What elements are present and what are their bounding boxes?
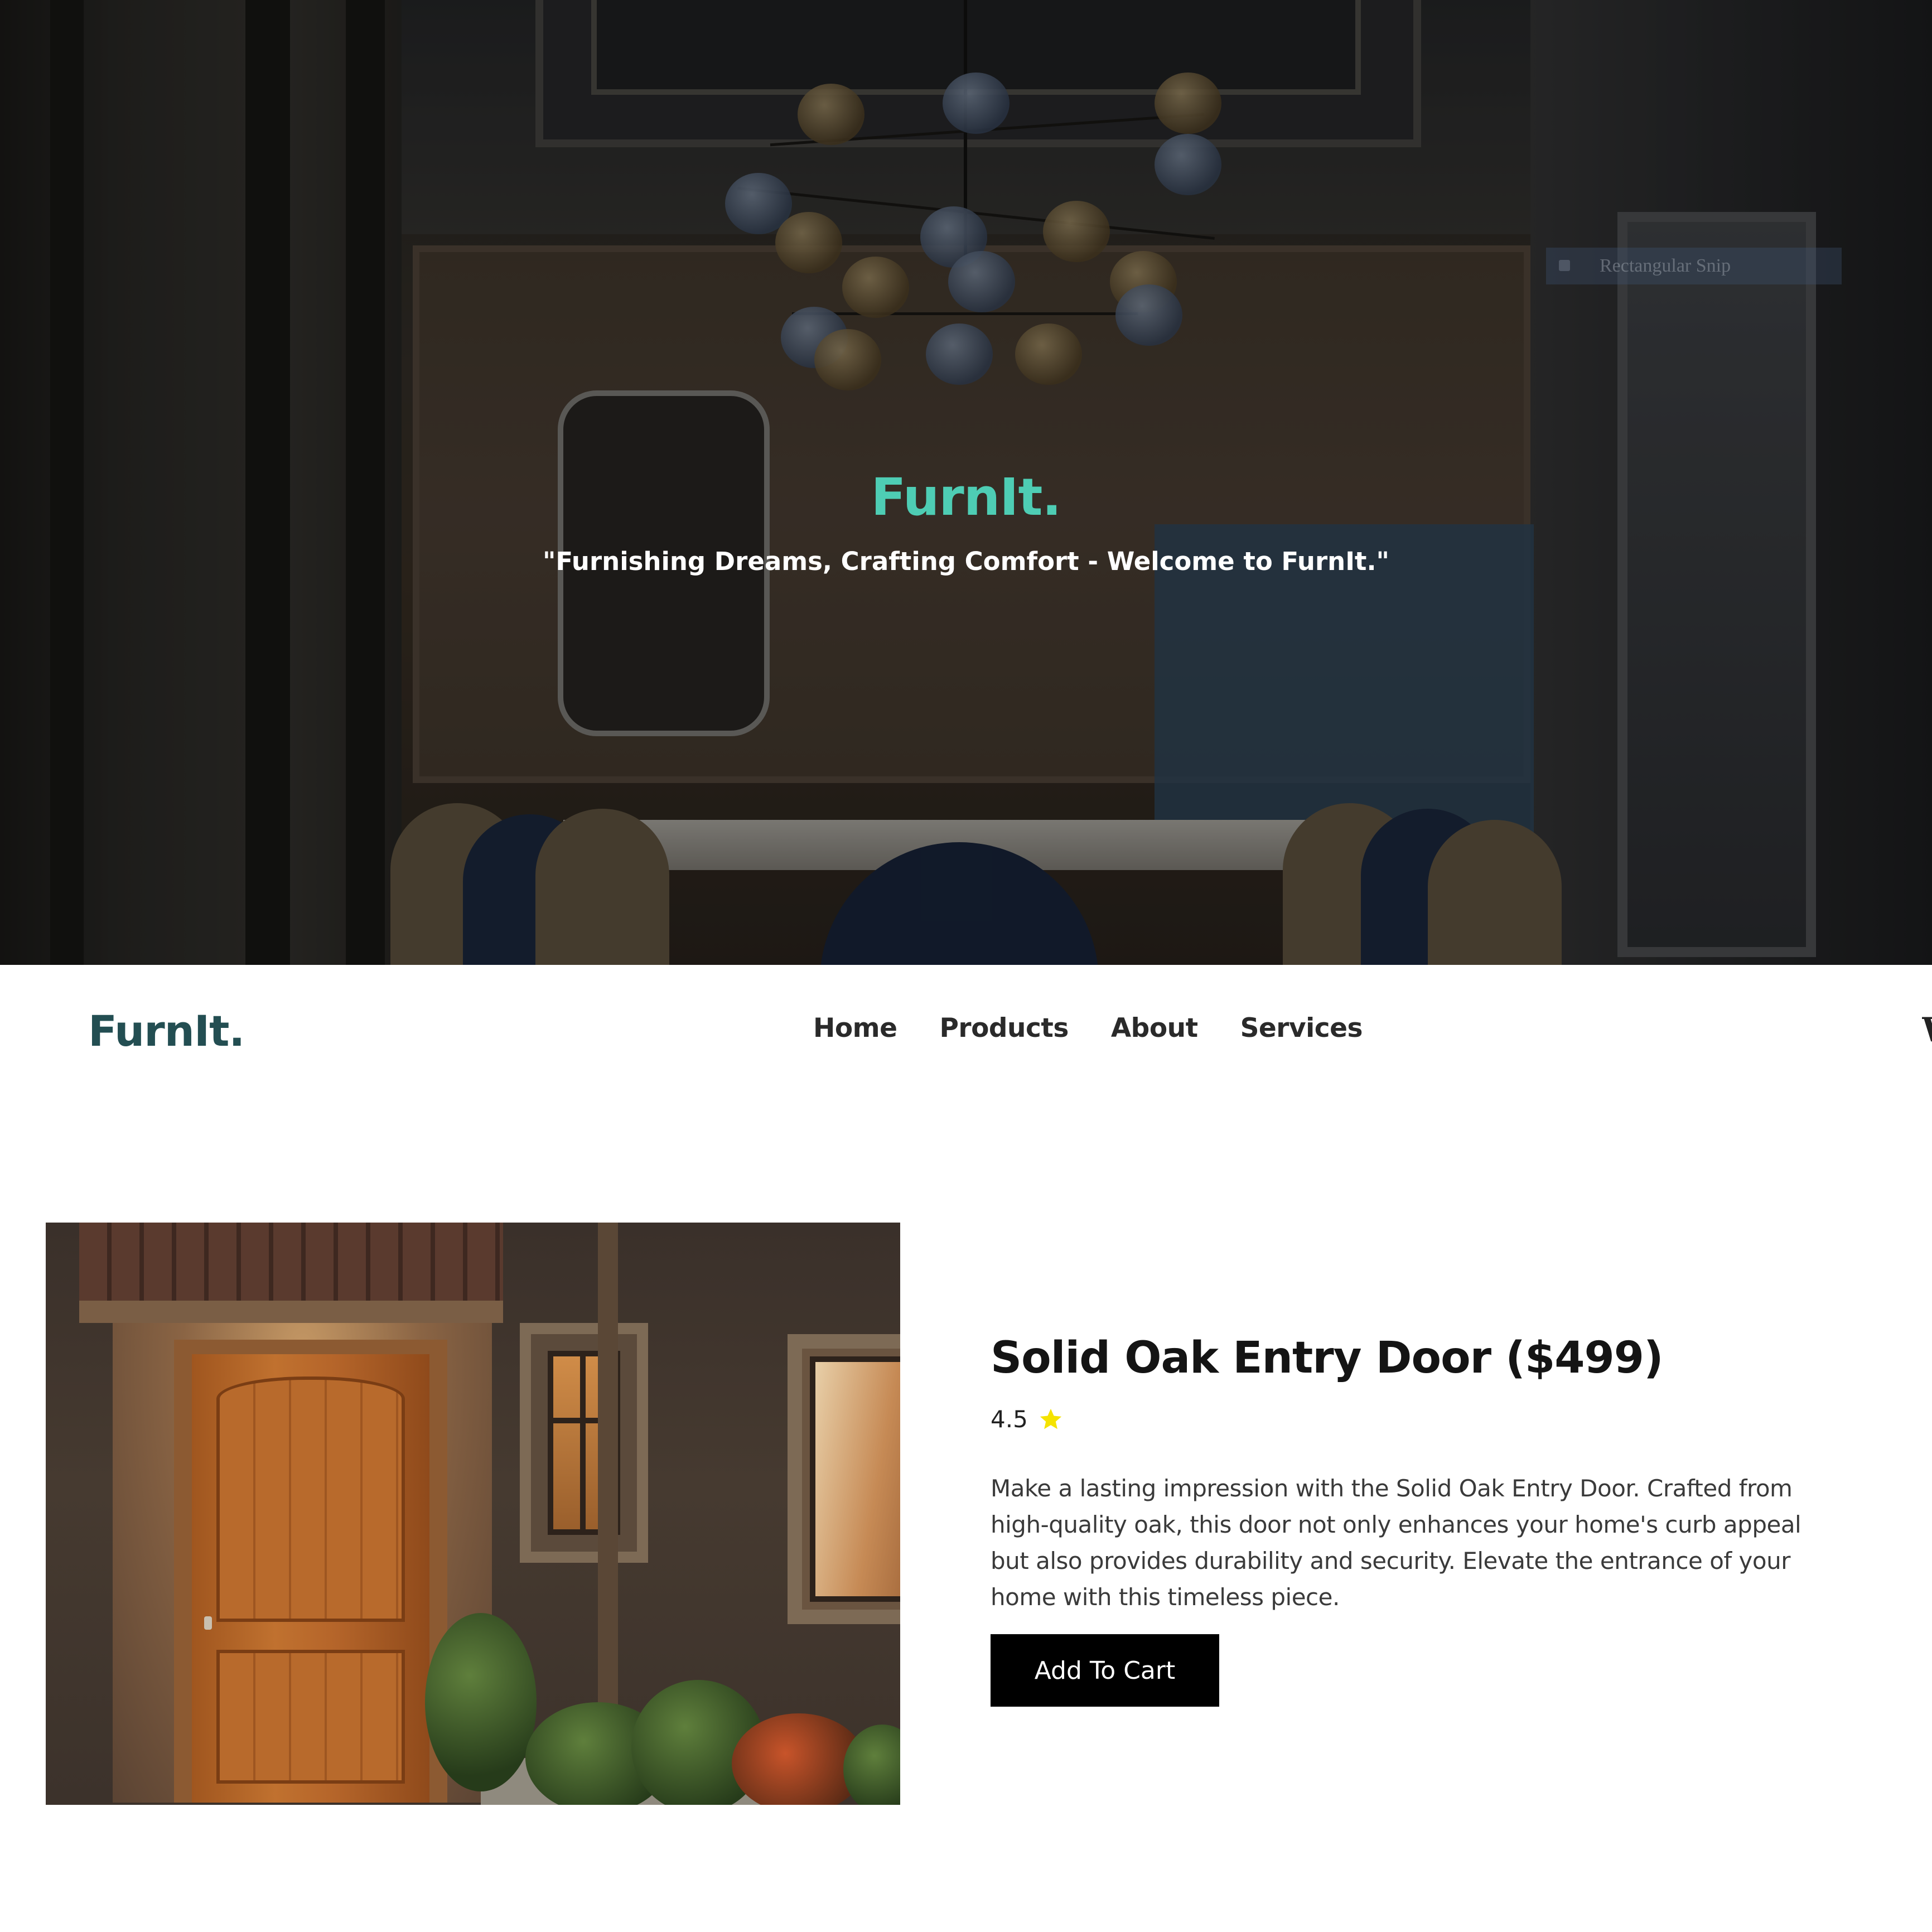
hero-banner: Rectangular Snip FurnIt. "Furnishing Dre… bbox=[0, 0, 1932, 965]
rating-value: 4.5 bbox=[991, 1405, 1028, 1433]
image-roof-tiles bbox=[79, 1223, 503, 1301]
nav-link-home[interactable]: Home bbox=[813, 1013, 897, 1044]
product-rating: 4.5 bbox=[991, 1405, 1064, 1433]
nav-link-products[interactable]: Products bbox=[939, 1013, 1069, 1044]
door-top-panel bbox=[216, 1376, 405, 1622]
navbar: FurnIt. Home Products About Services W bbox=[0, 965, 1932, 1099]
nav-links: Home Products About Services bbox=[813, 1013, 1363, 1044]
product-description: Make a lasting impression with the Solid… bbox=[991, 1475, 1801, 1611]
nav-cut-off-item: W bbox=[1922, 1011, 1932, 1050]
image-shrub bbox=[425, 1613, 537, 1791]
hero-tagline: "Furnishing Dreams, Crafting Comfort - W… bbox=[542, 547, 1389, 576]
product-image bbox=[46, 1223, 900, 1805]
snip-label: Rectangular Snip bbox=[1546, 248, 1842, 284]
product-title: Solid Oak Entry Door ($499) bbox=[991, 1333, 1664, 1383]
nav-link-services[interactable]: Services bbox=[1240, 1013, 1363, 1044]
image-curtain-window bbox=[788, 1334, 900, 1624]
window-glass bbox=[810, 1356, 900, 1602]
window-mullion bbox=[580, 1351, 586, 1535]
site-logo[interactable]: FurnIt. bbox=[88, 1006, 245, 1056]
door-knob bbox=[204, 1616, 212, 1630]
image-small-window bbox=[520, 1323, 648, 1563]
image-oak-door bbox=[192, 1354, 429, 1803]
hero-brand-title: FurnIt. bbox=[871, 467, 1062, 527]
nav-link-about[interactable]: About bbox=[1111, 1013, 1198, 1044]
door-bottom-panel bbox=[216, 1650, 405, 1784]
add-to-cart-button[interactable]: Add To Cart bbox=[991, 1634, 1219, 1707]
star-icon bbox=[1040, 1408, 1061, 1429]
image-lintel bbox=[79, 1301, 503, 1323]
